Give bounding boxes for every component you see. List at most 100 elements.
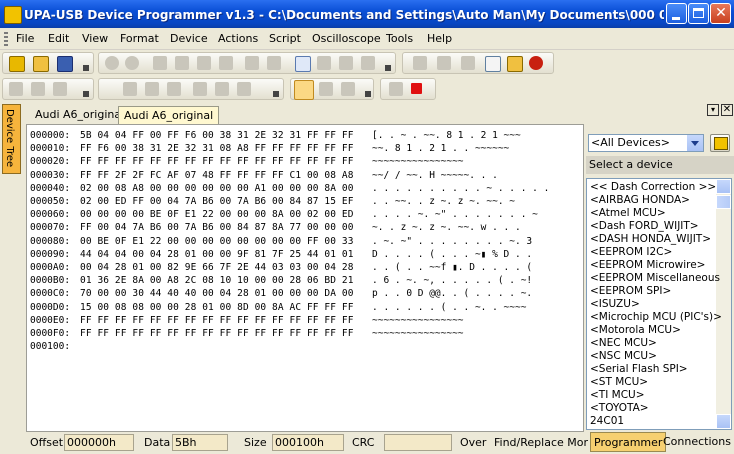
device-list-item[interactable]: <TI MCU> <box>590 389 645 402</box>
paste-icon[interactable] <box>197 56 211 70</box>
hex-bytes[interactable]: FF FF FF FF FF FF FF FF FF FF FF FF FF F… <box>80 327 354 340</box>
menu-edit[interactable]: Edit <box>48 32 69 45</box>
zoom-icon[interactable] <box>319 82 333 96</box>
save-icon[interactable] <box>57 56 73 72</box>
device-list-item[interactable]: <ST MCU> <box>590 376 648 389</box>
hex-ascii[interactable]: . . . . . . ( . . ~. . ~~~~ <box>372 301 526 314</box>
grid-icon[interactable] <box>317 56 331 70</box>
hex-ascii[interactable]: . 6 . ~. ~, . . . . . ( . ~! <box>372 274 532 287</box>
device-list-item[interactable]: <TOYOTA> <box>590 402 649 415</box>
hex-bytes[interactable]: 01 36 2E 8A 00 A8 2C 08 10 10 00 00 28 0… <box>80 274 354 287</box>
hex-bytes[interactable]: 00 BE 0F E1 22 00 00 00 00 00 00 00 00 F… <box>80 235 354 248</box>
new-icon[interactable] <box>9 56 25 72</box>
device-list-item[interactable]: <Motorola MCU> <box>590 324 681 337</box>
hex-editor[interactable]: 000000: 5B 04 04 FF 00 FF F6 00 38 31 2E … <box>26 124 584 432</box>
device-list-item[interactable]: <AIRBAG HONDA> <box>590 194 690 207</box>
menu-oscilloscope[interactable]: Oscilloscope <box>312 32 381 45</box>
close-button[interactable]: ✕ <box>710 3 731 24</box>
hex-ascii[interactable]: ~~/ / ~~. H ~~~~~. . . <box>372 169 498 182</box>
hex-bytes[interactable]: FF FF FF FF FF FF FF FF FF FF FF FF FF F… <box>80 314 354 327</box>
hex-ascii[interactable]: [. . ~ . ~~. 8 1 . 2 1 ~~~ <box>372 129 521 142</box>
hex-bytes[interactable]: FF FF 2F 2F FC AF 07 48 FF FF FF FF C1 0… <box>80 169 354 182</box>
bold-icon[interactable] <box>123 82 137 96</box>
dropdown-icon[interactable]: ▾ <box>707 104 719 116</box>
menu-tools[interactable]: Tools <box>386 32 413 45</box>
close-icon[interactable]: ✕ <box>721 104 733 116</box>
chip-icon[interactable] <box>413 56 427 70</box>
redo-icon[interactable] <box>125 56 139 70</box>
device-list[interactable]: << Dash Correction >> <AIRBAG HONDA> <Atme… <box>586 178 732 430</box>
hand-icon[interactable] <box>341 82 355 96</box>
menu-file[interactable]: File <box>16 32 34 45</box>
play-icon[interactable] <box>389 82 403 96</box>
hex-bytes[interactable]: FF F6 00 38 31 2E 32 31 08 A8 FF FF FF F… <box>80 142 354 155</box>
device-list-item[interactable]: << Dash Correction >> <box>590 181 716 194</box>
align-right-icon[interactable] <box>237 82 251 96</box>
hex-ascii[interactable]: . . . . ~. ~" . . . . . . . ~ <box>372 208 538 221</box>
hex-ascii[interactable]: p . . 0 D @@. . ( . . . . ~. <box>372 287 532 300</box>
scroll-down-icon[interactable] <box>716 414 731 429</box>
device-list-item[interactable]: <EEPROM Microwire> <box>590 259 705 272</box>
device-filter-select[interactable]: <All Devices> <box>588 134 704 152</box>
device-list-scrollbar[interactable] <box>716 179 731 429</box>
hex-ascii[interactable]: ~. . z ~. z ~. ~~. w . . . <box>372 221 521 234</box>
find-icon[interactable] <box>245 56 259 70</box>
wand-icon[interactable] <box>9 82 23 96</box>
menu-script[interactable]: Script <box>269 32 301 45</box>
hex-ascii[interactable]: ~~~~~~~~~~~~~~~~ <box>372 327 464 340</box>
delete-icon[interactable] <box>219 56 233 70</box>
toolbar-options-icon[interactable] <box>365 91 371 97</box>
dots-icon[interactable] <box>461 56 475 70</box>
tab-audi-a6-original-2[interactable]: Audi A6_original <box>118 106 220 124</box>
hex-ascii[interactable]: . . ~~. . z ~. z ~. ~~. ~ <box>372 195 515 208</box>
folder-icon[interactable] <box>507 56 523 72</box>
window-icon[interactable] <box>361 56 375 70</box>
pointer-icon[interactable] <box>294 80 314 100</box>
menu-view[interactable]: View <box>82 32 108 45</box>
menu-device[interactable]: Device <box>170 32 208 45</box>
stop-icon[interactable] <box>411 83 422 94</box>
hex-bytes[interactable]: FF 00 04 7A B6 00 7A B6 00 84 87 8A 77 0… <box>80 221 354 234</box>
device-list-item[interactable]: <EEPROM SPI> <box>590 285 671 298</box>
bug-icon[interactable] <box>529 56 543 70</box>
menu-grip[interactable] <box>4 32 8 46</box>
device-list-item[interactable]: <Atmel MCU> <box>590 207 666 220</box>
device-list-item[interactable]: <NEC MCU> <box>590 337 657 350</box>
edit-page-icon[interactable] <box>485 56 501 72</box>
device-info-button[interactable] <box>710 134 730 152</box>
device-list-item[interactable]: <Serial Flash SPI> <box>590 363 688 376</box>
hex-ascii[interactable]: D . . . . ( . . . ~▮ % D . . <box>372 248 532 261</box>
replace-icon[interactable] <box>267 56 281 70</box>
device-list-item[interactable]: <Dash FORD_WIJIT> <box>590 220 699 233</box>
device-list-item[interactable]: <DASH HONDA_WIJIT> <box>590 233 711 246</box>
device-list-item[interactable]: <Microchip MCU (PIC's)> <box>590 311 722 324</box>
align-left-icon[interactable] <box>193 82 207 96</box>
minimize-button[interactable] <box>666 3 687 24</box>
device-list-item[interactable]: <NSC MCU> <box>590 350 657 363</box>
underline-icon[interactable] <box>167 82 181 96</box>
open-folder-icon[interactable] <box>33 56 49 72</box>
tab-programmer[interactable]: Programmer <box>590 432 667 452</box>
hex-bytes[interactable]: 00 00 00 00 BE 0F E1 22 00 00 00 8A 00 0… <box>80 208 354 221</box>
brush-icon[interactable] <box>31 82 45 96</box>
italic-icon[interactable] <box>145 82 159 96</box>
hex-ascii[interactable]: ~~~~~~~~~~~~~~~~ <box>372 155 464 168</box>
tab-audi-a6-original-1[interactable]: Audi A6_original <box>30 106 129 124</box>
hex-bytes[interactable]: 70 00 00 30 44 40 40 00 04 28 01 00 00 0… <box>80 287 354 300</box>
copy-icon[interactable] <box>175 56 189 70</box>
device-tree-tab[interactable]: Device Tree <box>2 104 21 174</box>
hex-ascii[interactable]: ~~~~~~~~~~~~~~~~ <box>372 314 464 327</box>
hex-bytes[interactable]: 5B 04 04 FF 00 FF F6 00 38 31 2E 32 31 F… <box>80 129 354 142</box>
hex-bytes[interactable]: 00 04 28 01 00 82 9E 66 7F 2E 44 03 03 0… <box>80 261 354 274</box>
device-list-item[interactable]: <ISUZU> <box>590 298 640 311</box>
hex-bytes[interactable]: 02 00 08 A8 00 00 00 00 00 00 A1 00 00 0… <box>80 182 354 195</box>
toolbar-options-icon[interactable] <box>273 91 279 97</box>
flag-icon[interactable] <box>53 82 67 96</box>
device-list-item[interactable]: <EEPROM Miscellaneous <box>590 272 720 285</box>
hex-ascii[interactable]: . ~. ~" . . . . . . . . ~. 3 <box>372 235 532 248</box>
hex-bytes[interactable]: 15 00 08 08 00 00 28 01 00 8D 00 8A AC F… <box>80 301 354 314</box>
hex-bytes[interactable]: 44 04 04 00 04 28 01 00 00 9F 81 7F 25 4… <box>80 248 354 261</box>
cut-icon[interactable] <box>153 56 167 70</box>
toolbar-options-icon[interactable] <box>83 91 89 97</box>
menu-format[interactable]: Format <box>120 32 159 45</box>
